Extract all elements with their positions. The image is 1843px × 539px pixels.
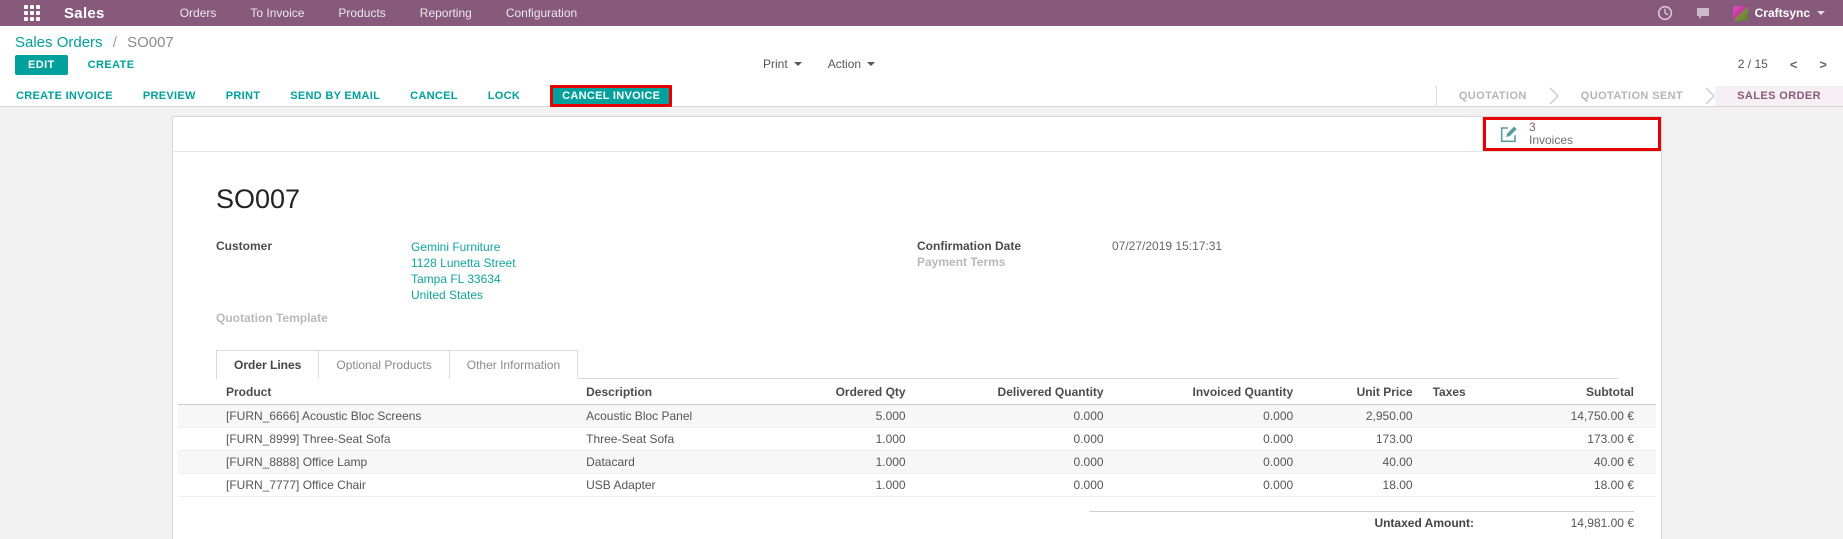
col-taxes[interactable]: Taxes: [1423, 379, 1506, 405]
pager-next-icon[interactable]: >: [1819, 58, 1827, 71]
create-button[interactable]: CREATE: [88, 59, 135, 71]
quotation-template-label: Quotation Template: [216, 311, 411, 325]
col-unit-price[interactable]: Unit Price: [1303, 379, 1422, 405]
confirmation-date-value[interactable]: 07/27/2019 15:17:31: [1112, 239, 1222, 253]
invoices-smart-button-highlighted[interactable]: 3 Invoices: [1483, 117, 1661, 151]
create-invoice-button[interactable]: CREATE INVOICE: [16, 90, 113, 102]
pencil-square-icon: [1498, 124, 1519, 145]
untaxed-amount-value: 14,981.00 €: [1474, 516, 1634, 530]
nav-item-products[interactable]: Products: [321, 0, 402, 26]
order-lines-table: Product Description Ordered Qty Delivere…: [178, 379, 1656, 497]
field-group: Customer Gemini Furniture 1128 Lunetta S…: [216, 239, 1618, 327]
customer-street[interactable]: 1128 Lunetta Street: [411, 255, 516, 271]
col-invoiced-qty[interactable]: Invoiced Quantity: [1114, 379, 1304, 405]
nav-item-to-invoice[interactable]: To Invoice: [233, 0, 321, 26]
user-name: Craftsync: [1755, 6, 1810, 20]
customer-label: Customer: [216, 239, 411, 303]
top-navbar: Sales Orders To Invoice Products Reporti…: [0, 0, 1843, 26]
status-quotation-sent[interactable]: QUOTATION SENT: [1559, 86, 1705, 106]
user-avatar: [1733, 6, 1748, 21]
table-row[interactable]: [FURN_8999] Three-Seat SofaThree-Seat So…: [178, 428, 1656, 451]
customer-country[interactable]: United States: [411, 287, 516, 303]
tab-order-lines[interactable]: Order Lines: [216, 350, 319, 379]
breadcrumb-separator: /: [107, 34, 123, 51]
col-subtotal[interactable]: Subtotal: [1506, 379, 1656, 405]
print-button[interactable]: PRINT: [226, 90, 261, 102]
totals-panel: Untaxed Amount: 14,981.00 € Taxes: 0.00 …: [1089, 511, 1634, 539]
col-description[interactable]: Description: [576, 379, 774, 405]
status-sales-order[interactable]: SALES ORDER: [1715, 86, 1843, 106]
table-row[interactable]: [FURN_8888] Office LampDatacard 1.0000.0…: [178, 451, 1656, 474]
table-row[interactable]: [FURN_7777] Office ChairUSB Adapter 1.00…: [178, 474, 1656, 497]
cancel-button[interactable]: CANCEL: [410, 90, 458, 102]
activities-clock-icon[interactable]: [1657, 5, 1673, 21]
nav-menu: Orders To Invoice Products Reporting Con…: [163, 0, 595, 26]
chevron-right-icon: [1549, 86, 1559, 106]
smart-button-strip: 3 Invoices: [173, 117, 1661, 152]
chevron-down-icon: [794, 62, 802, 66]
pager: 2 / 15 < >: [1738, 57, 1827, 71]
breadcrumb: Sales Orders / SO007: [0, 26, 1843, 53]
table-header-row: Product Description Ordered Qty Delivere…: [178, 379, 1656, 405]
form-sheet: 3 Invoices SO007 Customer Gemini Furnitu…: [172, 116, 1662, 539]
lock-button[interactable]: LOCK: [488, 90, 520, 102]
customer-name-link[interactable]: Gemini Furniture: [411, 239, 516, 255]
confirmation-date-label: Confirmation Date: [917, 239, 1112, 253]
nav-item-reporting[interactable]: Reporting: [403, 0, 489, 26]
tab-optional-products[interactable]: Optional Products: [319, 350, 449, 379]
payment-terms-label: Payment Terms: [917, 255, 1112, 269]
notebook-tabs: Order Lines Optional Products Other Info…: [216, 349, 1618, 379]
chevron-down-icon: [1817, 11, 1825, 15]
untaxed-amount-label: Untaxed Amount:: [1374, 516, 1474, 530]
form-view-background: 3 Invoices SO007 Customer Gemini Furnitu…: [0, 107, 1843, 539]
print-dropdown[interactable]: Print: [763, 57, 802, 71]
apps-grid-icon[interactable]: [24, 5, 40, 21]
messages-chat-icon[interactable]: [1695, 5, 1711, 21]
nav-item-orders[interactable]: Orders: [163, 0, 234, 26]
pager-count: 2 / 15: [1738, 57, 1768, 71]
order-title: SO007: [216, 184, 1618, 215]
table-row[interactable]: [FURN_6666] Acoustic Bloc ScreensAcousti…: [178, 405, 1656, 428]
invoices-label: Invoices: [1529, 134, 1573, 147]
statusbar: QUOTATION QUOTATION SENT SALES ORDER: [1436, 86, 1843, 106]
status-quotation[interactable]: QUOTATION: [1437, 86, 1549, 106]
customer-city[interactable]: Tampa FL 33634: [411, 271, 516, 287]
pager-previous-icon[interactable]: <: [1790, 58, 1798, 71]
breadcrumb-current: SO007: [127, 34, 174, 51]
send-by-email-button[interactable]: SEND BY EMAIL: [290, 90, 380, 102]
nav-item-configuration[interactable]: Configuration: [489, 0, 594, 26]
edit-button[interactable]: EDIT: [15, 55, 68, 75]
col-ordered-qty[interactable]: Ordered Qty: [774, 379, 915, 405]
app-name[interactable]: Sales: [64, 5, 105, 22]
tab-other-information[interactable]: Other Information: [450, 350, 578, 379]
preview-button[interactable]: PREVIEW: [143, 90, 196, 102]
cancel-invoice-button-highlighted[interactable]: CANCEL INVOICE: [550, 85, 672, 107]
user-menu[interactable]: Craftsync: [1733, 6, 1825, 21]
chevron-right-icon: [1705, 86, 1715, 106]
action-dropdown[interactable]: Action: [828, 57, 875, 71]
col-delivered-qty[interactable]: Delivered Quantity: [916, 379, 1114, 405]
chevron-down-icon: [867, 62, 875, 66]
control-panel: Sales Orders / SO007 EDIT CREATE Print A…: [0, 26, 1843, 107]
col-product[interactable]: Product: [178, 379, 576, 405]
breadcrumb-sales-orders[interactable]: Sales Orders: [15, 34, 103, 51]
